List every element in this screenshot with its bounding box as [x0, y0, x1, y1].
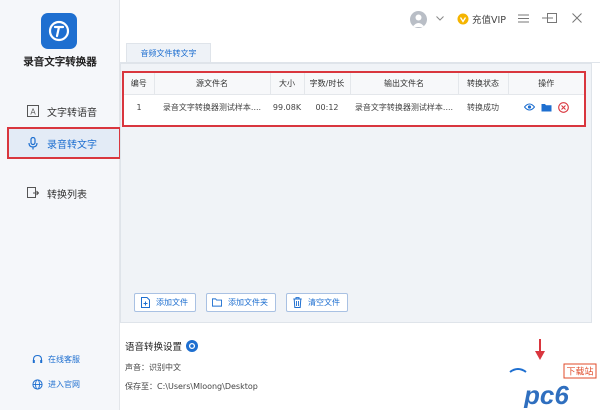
- settings-title-label: 语音转换设置: [125, 342, 183, 353]
- col-output-name: 输出文件名: [350, 73, 459, 95]
- add-file-button[interactable]: 添加文件: [134, 293, 196, 312]
- sidebar-item-convert-list[interactable]: 转换列表: [0, 178, 120, 208]
- clear-files-label: 清空文件: [308, 298, 340, 307]
- online-service-link[interactable]: 在线客服: [32, 354, 80, 365]
- settings-title: 语音转换设置: [125, 339, 199, 353]
- sidebar-item-label: 转换列表: [47, 189, 87, 201]
- menu-icon[interactable]: [516, 11, 530, 25]
- voice-setting-label: 声音：: [125, 363, 149, 372]
- tab-audio-to-text[interactable]: 音频文件转文字: [126, 43, 211, 63]
- microphone-icon: [26, 136, 39, 150]
- voice-setting-value[interactable]: 识别中文: [149, 363, 181, 372]
- save-path-setting: 保存至：C:\Users\Mloong\Desktop: [125, 381, 258, 392]
- list-convert-icon: [26, 187, 39, 200]
- row-actions: [508, 94, 584, 120]
- clear-files-button[interactable]: 清空文件: [286, 293, 348, 312]
- sidebar-item-label: 文字转语音: [47, 107, 97, 119]
- app-name: 录音文字转换器: [23, 56, 97, 68]
- sidebar-item-speech-to-text[interactable]: 录音转文字: [7, 127, 121, 159]
- col-status: 转换状态: [458, 73, 509, 95]
- voice-setting: 声音：识别中文: [125, 362, 181, 373]
- vip-label: 充值VIP: [472, 15, 507, 26]
- close-icon[interactable]: [570, 11, 584, 25]
- col-index: 编号: [124, 73, 155, 95]
- trash-icon: [292, 297, 302, 308]
- chevron-down-icon[interactable]: [435, 13, 445, 23]
- red-arrow-annotation: [535, 339, 545, 360]
- vip-gem-icon: [457, 13, 469, 25]
- app-logo: [41, 13, 77, 49]
- svg-text:A: A: [30, 107, 36, 116]
- settings-gear-icon[interactable]: [186, 340, 199, 352]
- official-site-link[interactable]: 进入官网: [32, 379, 80, 390]
- folder-add-icon: [212, 297, 222, 308]
- col-actions: 操作: [508, 73, 584, 95]
- headset-icon: [32, 354, 43, 365]
- col-source-name: 源文件名: [154, 73, 271, 95]
- sidebar-item-text-to-speech[interactable]: A 文字转语音: [0, 96, 120, 126]
- add-folder-label: 添加文件夹: [228, 298, 268, 307]
- delete-circle-icon[interactable]: [557, 101, 569, 113]
- sidebar-item-label: 录音转文字: [47, 139, 97, 151]
- col-size: 大小: [270, 73, 305, 95]
- file-add-icon: [140, 297, 150, 308]
- row-duration: 00:12: [315, 102, 339, 112]
- pc6-watermark-logo: pc6 下载站: [509, 363, 597, 408]
- file-table: 编号 源文件名 大小 字数/时长 输出文件名 转换状态 操作 1 录音文字转换器…: [122, 71, 586, 127]
- row-index: 1: [136, 102, 142, 112]
- col-duration: 字数/时长: [304, 73, 351, 95]
- save-path-value[interactable]: C:\Users\Mloong\Desktop: [157, 382, 258, 391]
- title-bar: 充值VIP: [120, 0, 600, 40]
- save-path-label: 保存至：: [125, 382, 157, 391]
- globe-icon: [32, 379, 43, 390]
- sidebar: 录音文字转换器 A 文字转语音 录音转文字 转换列表 在线客服 进入官网: [0, 0, 121, 410]
- watermark-tag: 下载站: [566, 366, 593, 378]
- table-row[interactable]: 1 录音文字转换器测试样本.... 99.08K 00:12 录音文字转换器测试…: [124, 94, 584, 120]
- row-source-name: 录音文字转换器测试样本....: [162, 102, 262, 112]
- file-action-bar: 添加文件 添加文件夹 清空文件: [134, 293, 348, 312]
- row-status: 转换成功: [467, 102, 499, 112]
- online-service-label: 在线客服: [48, 355, 80, 364]
- text-icon: A: [26, 105, 39, 118]
- user-avatar[interactable]: [410, 11, 427, 28]
- add-folder-button[interactable]: 添加文件夹: [206, 293, 276, 312]
- maximize-icon[interactable]: [545, 11, 559, 25]
- open-folder-icon[interactable]: [541, 102, 552, 113]
- row-size: 99.08K: [272, 102, 302, 112]
- user-avatar-icon: [412, 14, 425, 27]
- official-site-label: 进入官网: [48, 380, 80, 389]
- vip-recharge-button[interactable]: 充值VIP: [457, 12, 506, 26]
- watermark-site: pc6: [523, 380, 569, 408]
- row-output-name: 录音文字转换器测试样本....: [354, 102, 454, 112]
- add-file-label: 添加文件: [156, 298, 188, 307]
- preview-eye-icon[interactable]: [523, 102, 535, 113]
- table-header-row: 编号 源文件名 大小 字数/时长 输出文件名 转换状态 操作: [124, 73, 584, 95]
- app-logo-icon: [48, 20, 70, 42]
